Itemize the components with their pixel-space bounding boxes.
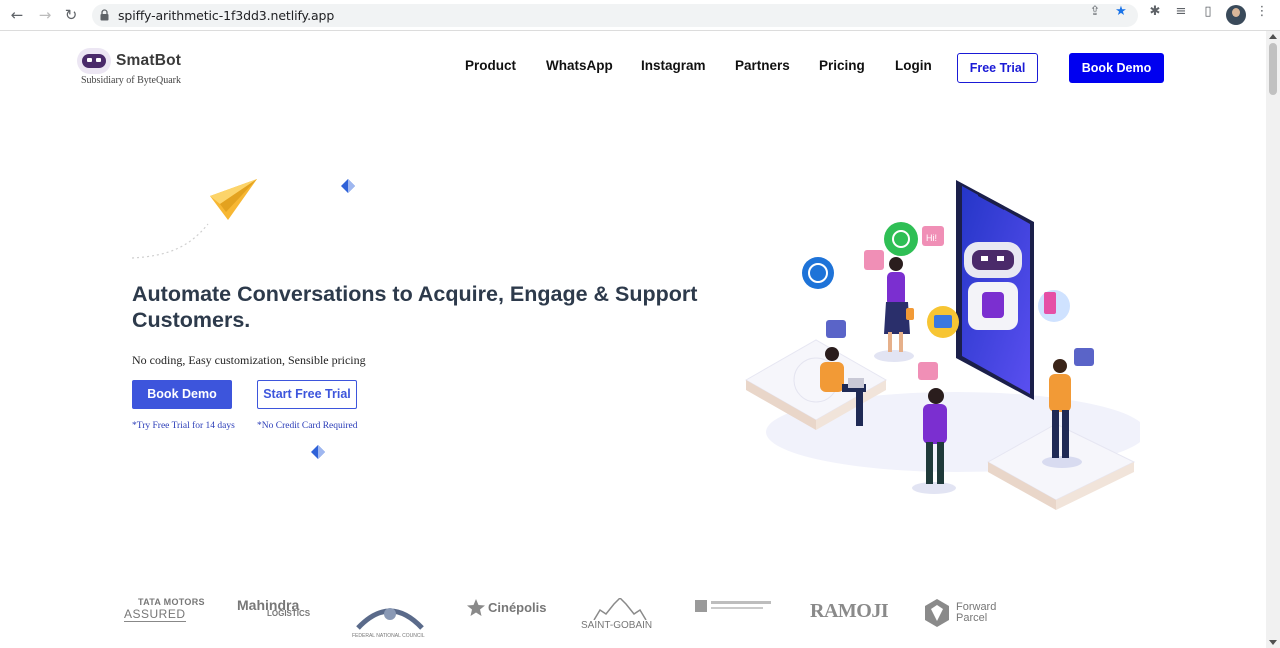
no-card-note: *No Credit Card Required <box>257 421 358 431</box>
book-demo-button[interactable]: Book Demo <box>132 380 232 409</box>
back-arrow-icon[interactable]: ← <box>8 6 26 24</box>
book-demo-nav-button[interactable]: Book Demo <box>1069 53 1164 83</box>
free-trial-button[interactable]: Free Trial <box>957 53 1038 83</box>
college-logo-icon <box>695 600 771 612</box>
url-text: spiffy-arithmetic-1f3dd3.netlify.app <box>118 8 335 23</box>
forward-parcel-logo-line1: Forward <box>956 601 997 613</box>
nav-whatsapp[interactable]: WhatsApp <box>546 58 613 73</box>
ramoji-logo: RAMOJI <box>810 600 889 622</box>
share-icon[interactable]: ⇪ <box>1087 4 1103 20</box>
side-panel-icon[interactable]: ▯ <box>1200 4 1216 20</box>
scroll-up-arrow-icon[interactable] <box>1269 34 1277 39</box>
robot-logo-icon <box>77 48 111 74</box>
nav-login[interactable]: Login <box>895 58 932 73</box>
hero-title: Automate Conversations to Acquire, Engag… <box>132 282 698 332</box>
smatbot-logo[interactable]: SmatBot Subsidiary of ByteQuark <box>75 46 225 90</box>
nav-partners[interactable]: Partners <box>735 58 790 73</box>
start-free-trial-button[interactable]: Start Free Trial <box>257 380 357 409</box>
diamond-icon <box>311 445 325 459</box>
reload-icon[interactable]: ↻ <box>62 6 80 24</box>
scroll-down-arrow-icon[interactable] <box>1269 640 1277 645</box>
scrollbar-thumb[interactable] <box>1269 43 1277 95</box>
saint-gobain-logo: SAINT-GOBAIN <box>581 620 653 631</box>
nav-instagram[interactable]: Instagram <box>641 58 706 73</box>
fnc-emblem-icon <box>356 608 424 630</box>
media-control-icon[interactable]: ≡ <box>1173 4 1189 20</box>
logo-name: SmatBot <box>116 52 182 69</box>
mahindra-logo-line2: LOGISTICS <box>267 609 311 618</box>
forward-arrow-icon[interactable]: → <box>36 6 54 24</box>
profile-avatar[interactable] <box>1226 5 1246 25</box>
paper-plane-icon <box>131 179 257 259</box>
fnc-logo-text: FEDERAL NATIONAL COUNCIL <box>352 633 425 639</box>
more-menu-icon[interactable]: ⋮ <box>1254 4 1270 20</box>
cinepolis-star-icon <box>467 599 485 616</box>
chatbot-hero-illustration: Hi! <box>744 180 1140 510</box>
logo-subtitle: Subsidiary of ByteQuark <box>81 75 181 86</box>
hero-subtitle: No coding, Easy customization, Sensible … <box>132 353 366 367</box>
trial-note: *Try Free Trial for 14 days <box>132 421 235 431</box>
tata-motors-logo-line1: TATA MOTORS <box>138 597 205 607</box>
nav-product[interactable]: Product <box>465 58 516 73</box>
cinepolis-logo: Cinépolis <box>488 600 547 615</box>
lock-icon <box>100 9 109 21</box>
nav-pricing[interactable]: Pricing <box>819 58 865 73</box>
tata-motors-logo-line2: ASSURED <box>124 607 186 622</box>
forward-parcel-logo-line2: Parcel <box>956 612 988 624</box>
bookmark-star-icon[interactable]: ★ <box>1113 4 1129 20</box>
browser-toolbar: ← → ↻ spiffy-arithmetic-1f3dd3.netlify.a… <box>0 0 1280 31</box>
diamond-icon <box>341 179 355 193</box>
address-bar[interactable]: spiffy-arithmetic-1f3dd3.netlify.app <box>92 4 1138 27</box>
page-scrollbar[interactable] <box>1266 31 1280 648</box>
saint-gobain-arch-icon <box>593 598 647 620</box>
extensions-icon[interactable]: ✱ <box>1147 4 1163 20</box>
forward-parcel-hex-icon <box>925 599 949 627</box>
hi-bubble-text: Hi! <box>926 233 937 243</box>
